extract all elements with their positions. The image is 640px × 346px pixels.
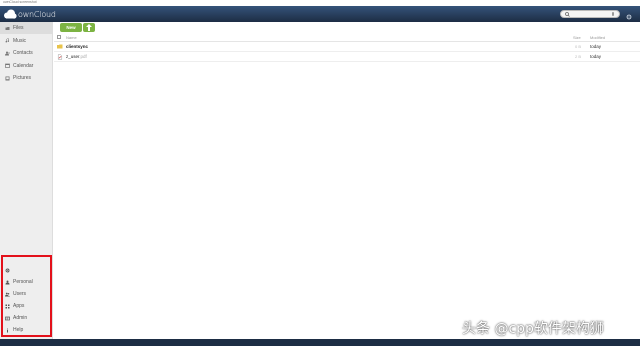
file-size: 0 B — [575, 44, 582, 49]
column-header-modified[interactable]: Modified — [590, 35, 605, 40]
select-all-checkbox[interactable] — [57, 35, 61, 39]
sidebar-item-label: Calendar — [13, 62, 34, 69]
sidebar-item-label: Music — [13, 37, 27, 44]
sidebar-item-calendar[interactable]: Calendar — [0, 60, 53, 72]
logo-text: ownCloud — [18, 9, 56, 19]
red-highlight-box — [1, 255, 52, 337]
sidebar-item-contacts[interactable]: Contacts — [0, 47, 53, 59]
music-note-icon — [5, 38, 10, 43]
contacts-icon — [5, 51, 10, 56]
search-box[interactable] — [560, 10, 620, 18]
folder-icon — [5, 26, 10, 31]
folder-icon — [57, 44, 63, 51]
bottom-bar — [0, 339, 640, 346]
upload-arrow-icon — [86, 24, 92, 31]
column-header-name[interactable]: Name — [66, 35, 77, 40]
file-row[interactable]: z_user.pdf 2 B today — [54, 52, 640, 62]
search-input[interactable] — [571, 11, 607, 17]
owncloud-logo[interactable]: ownCloud — [3, 8, 56, 20]
sidebar-item-label: Contacts — [13, 50, 33, 56]
microphone-icon[interactable] — [612, 12, 614, 16]
new-button[interactable]: New — [60, 23, 82, 32]
sidebar-item-files[interactable]: Files — [0, 22, 53, 34]
file-name[interactable]: z_user.pdf — [66, 54, 87, 59]
calendar-icon — [5, 63, 10, 68]
settings-gear-icon[interactable] — [626, 14, 632, 20]
file-name[interactable]: clientsync — [66, 44, 88, 49]
file-list-header: Name Size Modified — [54, 34, 640, 42]
sidebar-item-label: Files — [13, 25, 24, 31]
sidebar-item-label: Pictures — [13, 75, 32, 81]
cloud-logo-icon — [4, 9, 17, 19]
file-modified: today — [590, 44, 602, 49]
file-basename: z_user — [66, 54, 80, 59]
app-header: ownCloud — [0, 6, 640, 22]
file-extension: .pdf — [79, 54, 87, 59]
picture-icon — [5, 76, 10, 81]
file-row[interactable]: clientsync 0 B today — [54, 42, 640, 52]
pdf-file-icon — [57, 54, 63, 62]
column-header-size[interactable]: Size — [573, 35, 581, 40]
window-title: ownCloud screenshot — [3, 0, 37, 4]
watermark: 头条 @cpp软件架构狮 — [462, 321, 604, 337]
search-icon — [565, 12, 570, 17]
file-size: 2 B — [575, 54, 582, 59]
files-toolbar: New — [54, 22, 640, 34]
upload-button[interactable] — [83, 23, 95, 32]
file-modified: today — [590, 54, 602, 59]
sidebar-item-pictures[interactable]: Pictures — [0, 72, 53, 84]
sidebar-item-music[interactable]: Music — [0, 35, 53, 47]
